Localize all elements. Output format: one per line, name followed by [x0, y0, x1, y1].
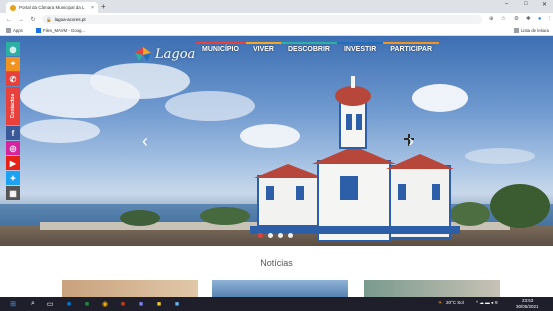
carousel-indicators: [258, 233, 293, 238]
nav-municipio[interactable]: MUNICÍPIO: [195, 42, 246, 58]
nav-label: MUNICÍPIO: [202, 46, 239, 53]
lock-icon: 🔒: [46, 16, 52, 22]
chrome-icon[interactable]: ◉: [100, 299, 110, 309]
url-text: lagoa-acores.pt: [54, 17, 86, 22]
tab-close-icon[interactable]: ×: [91, 5, 94, 11]
bookmark-label: Apps: [13, 28, 23, 33]
twitter-icon[interactable]: ✦: [6, 171, 20, 185]
new-tab-button[interactable]: +: [101, 2, 106, 12]
bookmark-apps[interactable]: Apps: [6, 28, 23, 33]
youtube-icon[interactable]: ▶: [6, 156, 20, 170]
contactos-label: Contactos: [10, 93, 16, 119]
teams-icon[interactable]: ■: [136, 299, 146, 309]
puzzle-icon[interactable]: ✱: [526, 16, 531, 22]
bookmark-label: Files_MAVM - Goog...: [43, 28, 85, 33]
carousel-dot[interactable]: [258, 233, 263, 238]
nav-color-bar: [245, 42, 281, 44]
menu-dots-icon[interactable]: ⋮: [547, 16, 553, 22]
news-thumbnail[interactable]: [364, 280, 500, 297]
globe-icon[interactable]: ◍: [6, 42, 20, 56]
nav-color-bar: [383, 42, 440, 44]
search-icon[interactable]: ⌕: [28, 299, 38, 309]
profile-icon[interactable]: ●: [538, 16, 541, 22]
reading-list-icon: [514, 28, 519, 33]
lagoa-logo[interactable]: Lagoa: [133, 45, 195, 63]
clock-date[interactable]: 30/05/2021: [516, 304, 539, 309]
browser-tab-strip: Portal da Câmara Municipal da L × + – □ …: [0, 0, 553, 13]
google-drive-icon: [36, 28, 41, 33]
bookmarks-bar: Apps Files_MAVM - Goog... Lista de leitu…: [0, 26, 553, 36]
church-image: [250, 76, 460, 242]
nav-color-bar: [336, 42, 384, 44]
nav-label: VIVER: [252, 46, 274, 53]
app-icon[interactable]: ■: [172, 299, 182, 309]
task-view-icon[interactable]: ▭: [45, 299, 55, 309]
web-page: ◍ ⌖ ✆ Contactos f ◎ ▶ ✦ ▦ Lagoa MUNICÍPI…: [0, 36, 553, 297]
carousel-prev-button[interactable]: ‹: [142, 132, 148, 150]
carousel-dot[interactable]: [278, 233, 283, 238]
nav-label: DESCOBRIR: [287, 46, 330, 53]
nav-label: PARTICIPAR: [390, 46, 433, 53]
location-pin-icon[interactable]: ⌖: [6, 57, 20, 71]
bookmark-star-icon[interactable]: ☆: [501, 16, 506, 22]
nav-participar[interactable]: PARTICIPAR: [383, 42, 440, 58]
browser-toolbar: ← → ↻ 🔒 lagoa-acores.pt: [0, 13, 553, 26]
windows-start-icon[interactable]: ⊞: [8, 299, 18, 309]
news-thumbnail[interactable]: [62, 280, 198, 297]
apps-grid-icon: [6, 28, 11, 33]
weather-text[interactable]: 20°C Sol: [446, 300, 464, 305]
nav-investir[interactable]: INVESTIR: [336, 42, 384, 58]
forward-icon[interactable]: →: [18, 17, 24, 23]
powerpoint-icon[interactable]: ■: [118, 299, 128, 309]
browser-tab[interactable]: Portal da Câmara Municipal da L ×: [6, 2, 98, 13]
instagram-icon[interactable]: ◎: [6, 141, 20, 155]
maximize-button[interactable]: □: [524, 1, 528, 7]
file-explorer-icon[interactable]: ■: [154, 299, 164, 309]
nav-label: INVESTIR: [343, 46, 377, 53]
tab-title: Portal da Câmara Municipal da L: [19, 5, 85, 10]
facebook-icon[interactable]: f: [6, 126, 20, 140]
windows-taskbar: ⊞ ⌕ ▭ ■ ■ ◉ ■ ■ ■ ■ ☀ 20°C Sol ^ ☁ ▬ ◂ ⚟…: [0, 297, 553, 311]
nav-color-bar: [280, 42, 337, 44]
clock-time[interactable]: 23:53: [522, 298, 533, 303]
reload-icon[interactable]: ↻: [30, 16, 36, 23]
excel-icon[interactable]: ■: [82, 299, 92, 309]
phone-icon[interactable]: ✆: [6, 72, 20, 86]
outlook-icon[interactable]: ■: [64, 299, 74, 309]
screen: Portal da Câmara Municipal da L × + – □ …: [0, 0, 553, 311]
contactos-tab[interactable]: Contactos: [6, 87, 20, 125]
nav-color-bar: [195, 42, 246, 44]
social-sidebar: ◍ ⌖ ✆ Contactos f ◎ ▶ ✦ ▦: [6, 42, 20, 201]
minimize-button[interactable]: –: [505, 1, 508, 7]
reading-list[interactable]: Lista de leitura: [514, 28, 549, 33]
reading-list-label: Lista de leitura: [521, 28, 549, 33]
carousel-dot[interactable]: [268, 233, 273, 238]
logo-mark-icon: [135, 47, 151, 61]
translate-icon[interactable]: ⊕: [489, 16, 494, 22]
main-navigation: MUNICÍPIO VIVER DESCOBRIR INVESTIR PARTI…: [195, 42, 440, 58]
close-window-button[interactable]: ✕: [542, 1, 547, 8]
hero-carousel: ◍ ⌖ ✆ Contactos f ◎ ▶ ✦ ▦ Lagoa MUNICÍPI…: [0, 36, 553, 246]
weather-sun-icon: ☀: [438, 300, 443, 305]
logo-text: Lagoa: [155, 46, 196, 62]
back-icon[interactable]: ←: [6, 17, 12, 23]
nav-descobrir[interactable]: DESCOBRIR: [280, 42, 337, 58]
address-bar[interactable]: 🔒 lagoa-acores.pt: [42, 15, 482, 24]
news-heading: Notícias: [260, 258, 293, 268]
carousel-dot[interactable]: [288, 233, 293, 238]
news-thumbnail[interactable]: [212, 280, 348, 297]
carousel-next-button[interactable]: ›: [408, 132, 414, 150]
extensions-icon[interactable]: ⚙: [514, 16, 519, 22]
site-favicon-icon: [10, 4, 16, 11]
nav-viver[interactable]: VIVER: [245, 42, 281, 58]
system-tray-icons[interactable]: ^ ☁ ▬ ◂ ⚟: [476, 300, 498, 306]
gallery-icon[interactable]: ▦: [6, 186, 20, 200]
bookmark-files-mavm[interactable]: Files_MAVM - Goog...: [36, 28, 85, 33]
